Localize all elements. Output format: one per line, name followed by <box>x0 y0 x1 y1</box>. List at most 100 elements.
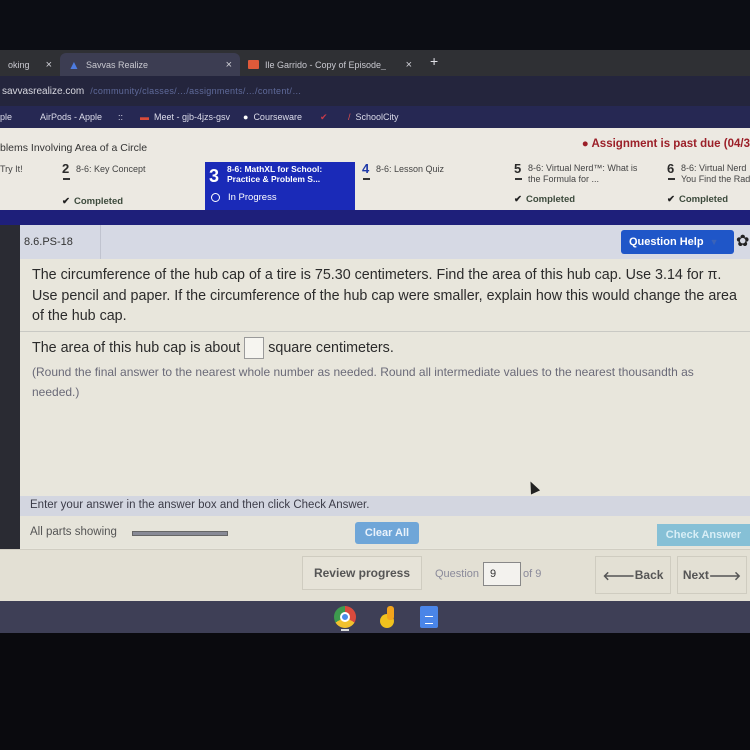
bookmark-label: SchoolCity <box>355 112 399 122</box>
arrow-right-icon: 🡒︎ <box>708 568 742 583</box>
chrome-icon[interactable] <box>334 606 356 628</box>
slides-icon <box>248 60 259 69</box>
bookmark-courseware[interactable]: ● Courseware <box>243 112 302 122</box>
bookmark-grid[interactable]: :: <box>118 112 123 122</box>
back-label: Back <box>634 568 664 582</box>
mouse-cursor-icon <box>525 479 541 495</box>
bookmark-label: ple <box>0 112 13 122</box>
status-text: Completed <box>73 196 124 207</box>
step-2-status: ✔ Completed <box>62 196 123 207</box>
parts-progress-bar <box>132 531 228 536</box>
step-try-it[interactable]: Try It! <box>0 164 23 174</box>
checkmark-icon: ✔ <box>320 111 328 122</box>
step-label: 8-6: Lesson Quiz <box>376 164 445 174</box>
bookmark-meet[interactable]: ▬ Meet - gjb-4jzs-gsv <box>140 112 230 122</box>
tab-oking[interactable]: oking × <box>0 53 60 76</box>
parts-label: All parts showing <box>30 526 117 538</box>
google-docs-icon[interactable] <box>420 606 438 628</box>
step-number: 5 <box>514 161 523 180</box>
bookmark-airpods[interactable]: AirPods - Apple <box>40 112 102 122</box>
clear-all-button[interactable]: Clear All <box>355 522 419 544</box>
assignment-header: blems Involving Area of a Circle ● Assig… <box>0 128 750 210</box>
laptop-bezel <box>0 633 750 750</box>
step-number: 6 <box>667 161 676 180</box>
step-label: 8-6: Virtual Nerd™: What is the Formula f… <box>528 163 637 185</box>
browser-tab-strip: oking × ▲ Savvas Realize × Ile Garrido -… <box>0 50 750 76</box>
step-label: 8-6: MathXL for School: Practice & Proble… <box>227 164 322 184</box>
tab-title: Ile Garrido - Copy of Episode_ <box>265 59 387 70</box>
alert-icon: ● <box>581 138 592 150</box>
close-icon[interactable]: × <box>406 59 412 71</box>
status-text: Completed <box>525 194 576 205</box>
question-footer: All parts showing Clear All Check Answer <box>20 516 750 548</box>
bookmarks-bar: ple AirPods - Apple :: ▬ Meet - gjb-4jzs-… <box>0 106 750 128</box>
close-icon[interactable]: × <box>46 59 52 71</box>
step-6-status: ✔ Completed <box>667 194 728 205</box>
next-button[interactable]: Next 🡒︎ <box>677 556 747 594</box>
check-answer-button[interactable]: Check Answer <box>657 524 750 546</box>
tab-google-slides[interactable]: Ile Garrido - Copy of Episode_ × <box>240 53 420 76</box>
url-path: /community/classes/…/assignments/…/conte… <box>90 86 302 96</box>
step-3-active[interactable]: 3 8-6: MathXL for School: Practice & Prob… <box>205 162 355 210</box>
mote-icon[interactable] <box>378 606 400 628</box>
laptop-screen: oking × ▲ Savvas Realize × Ile Garrido -… <box>0 50 750 633</box>
question-jump: Question of 9 <box>435 562 541 586</box>
close-icon[interactable]: × <box>226 59 232 71</box>
clock-icon <box>211 193 220 202</box>
step-label: 8-6: Key Concept <box>76 164 146 174</box>
instruction-bar: Enter your answer in the answer box and … <box>20 496 750 516</box>
bookmark-schoolcity[interactable]: / SchoolCity <box>348 112 399 122</box>
checkmark-icon: ✔ <box>514 194 522 205</box>
question-id: 8.6.PS-18 <box>24 236 73 248</box>
divider <box>20 331 750 332</box>
pencil-icon: / <box>348 112 351 122</box>
tab-title: Savvas Realize <box>86 59 149 70</box>
status-text: Completed <box>678 194 729 205</box>
answer-suffix: square centimeters. <box>268 340 394 356</box>
question-help-label: Question Help <box>629 236 704 248</box>
step-number: 2 <box>62 161 71 180</box>
step-3-status: In Progress <box>211 192 277 203</box>
step-label: 8-6: Virtual Nerd You Find the Rad <box>681 163 750 185</box>
step-label-line: 8-6: Virtual Nerd <box>681 163 747 173</box>
answer-input[interactable] <box>244 337 265 359</box>
step-label-line: 8-6: Virtual Nerd™: What is <box>528 163 638 173</box>
question-help-button[interactable]: Question Help ▼ <box>621 230 734 254</box>
bookmark-label: Courseware <box>253 112 302 122</box>
bookmark-label: Meet - gjb-4jzs-gsv <box>154 112 231 122</box>
running-indicator <box>341 629 349 631</box>
bookmark-apple[interactable]: ple <box>0 112 12 122</box>
chevron-down-icon: ▼ <box>709 237 719 247</box>
back-button[interactable]: 🡐︎ Back <box>595 556 671 594</box>
rounding-hint: (Round the final answer to the nearest w… <box>32 365 694 399</box>
answer-prefix: The area of this hub cap is about <box>32 340 241 356</box>
review-progress-button[interactable]: Review progress <box>302 556 422 590</box>
question-label: Question <box>435 568 480 580</box>
navy-divider-band <box>0 210 750 225</box>
past-due-text: Assignment is past due (04/3 <box>591 138 750 150</box>
globe-icon: ● <box>243 112 249 122</box>
next-label: Next <box>682 568 709 582</box>
bookmark-check[interactable]: ✔ <box>320 112 333 123</box>
status-text: In Progress <box>228 192 277 203</box>
checkmark-icon: ✔ <box>62 196 70 207</box>
question-text: The circumference of the hub cap of a ti… <box>32 267 737 324</box>
answer-line: The area of this hub cap is about square… <box>32 337 394 359</box>
os-shelf <box>0 601 750 633</box>
step-5-status: ✔ Completed <box>514 194 575 205</box>
checkmark-icon: ✔ <box>667 194 675 205</box>
divider <box>100 225 101 259</box>
url-domain: savvasrealize.com <box>2 85 85 97</box>
new-tab-icon[interactable]: + <box>430 53 438 69</box>
question-navigation: Review progress Question of 9 🡐︎ Back Ne… <box>0 549 750 601</box>
tab-savvas-realize[interactable]: ▲ Savvas Realize × <box>60 53 240 76</box>
grid-icon: :: <box>118 112 124 122</box>
step-label-line: You Find the Rad <box>681 174 750 184</box>
meet-icon: ▬ <box>140 112 149 122</box>
question-number-input[interactable] <box>483 562 522 586</box>
step-label: Try It! <box>0 164 23 174</box>
step-label-line: the Formula for ... <box>528 174 600 184</box>
gear-icon[interactable]: ✿ <box>736 231 749 251</box>
address-bar[interactable]: savvasrealize.com /community/classes/…/a… <box>0 76 750 106</box>
assignment-title: blems Involving Area of a Circle <box>0 142 148 154</box>
